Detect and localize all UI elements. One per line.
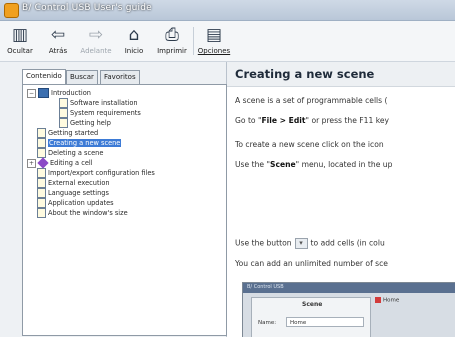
- paragraph-scene-menu: Use the "Scene" menu, located in the up: [235, 160, 392, 169]
- navigation-pane: Contenido Buscar Favoritos − Introduction…: [0, 62, 227, 337]
- scene-panel: Scene Name: Home: [251, 297, 371, 337]
- tree-item-software-installation[interactable]: Software installation: [59, 98, 138, 108]
- page-icon: [59, 108, 68, 118]
- forward-label: Adelante: [80, 47, 112, 55]
- hide-pane-icon: ▥: [11, 25, 29, 45]
- tree-item-introduction[interactable]: − Introduction: [27, 88, 91, 98]
- toolbar-separator: [193, 27, 194, 55]
- options-icon: ▤: [205, 25, 223, 45]
- toolbar: ▥ Ocultar ⇦ Atrás ⇨ Adelante ⌂ Inicio ⎙ …: [0, 21, 455, 62]
- screenshot-title: B/ Control USB: [247, 284, 284, 290]
- scene-panel-title: Scene: [302, 301, 323, 308]
- back-button[interactable]: ⇦ Atrás: [40, 23, 76, 59]
- tree-item-getting-started[interactable]: Getting started: [37, 128, 98, 138]
- window-title: B/ Control USB User's guide: [22, 3, 152, 13]
- scene-tab-icon: [375, 297, 381, 303]
- page-icon: [37, 208, 46, 218]
- paragraph-add-cells: Use the button ▾ to add cells (in colu: [235, 238, 385, 249]
- app-icon: [4, 3, 19, 18]
- tab-search[interactable]: Buscar: [66, 70, 98, 84]
- page-icon: [37, 148, 46, 158]
- page-icon: [59, 118, 68, 128]
- contents-tree: − Introduction Software installation Syst…: [22, 84, 227, 336]
- expand-icon[interactable]: +: [27, 158, 36, 168]
- page-icon: [37, 178, 46, 188]
- forward-arrow-icon: ⇨: [88, 25, 104, 45]
- add-cell-icon: ▾: [294, 238, 308, 249]
- tab-favorites[interactable]: Favoritos: [100, 70, 140, 84]
- home-label: Inicio: [124, 47, 144, 55]
- tree-item-system-requirements[interactable]: System requirements: [59, 108, 141, 118]
- diamond-icon: [37, 157, 49, 169]
- text: Use the ": [235, 160, 270, 169]
- hide-label: Ocultar: [7, 47, 33, 55]
- tree-item-editing-cell[interactable]: + Editing a cell: [27, 157, 93, 169]
- text: " menu, located in the up: [295, 160, 393, 169]
- screenshot-title-bar: B/ Control USB: [243, 283, 455, 293]
- forward-button[interactable]: ⇨ Adelante: [78, 23, 114, 59]
- tree-item-import-export[interactable]: Import/export configuration files: [37, 168, 155, 178]
- print-button[interactable]: ⎙ Imprimir: [154, 23, 190, 59]
- print-label: Imprimir: [157, 47, 187, 55]
- tree-item-deleting-scene[interactable]: Deleting a scene: [37, 148, 103, 158]
- paragraph-unlimited-scenes: You can add an unlimited number of sce: [235, 259, 388, 268]
- tree-item-language-settings[interactable]: Language settings: [37, 188, 109, 198]
- embedded-screenshot: B/ Control USB Scene Name: Home Home: [242, 282, 455, 337]
- back-arrow-icon: ⇦: [50, 25, 66, 45]
- paragraph-create-scene: To create a new scene click on the icon: [235, 140, 384, 149]
- home-button[interactable]: ⌂ Inicio: [116, 23, 152, 59]
- home-icon: ⌂: [128, 25, 140, 45]
- text: " or press the F11 key: [305, 116, 390, 125]
- hide-button[interactable]: ▥ Ocultar: [2, 23, 38, 59]
- tree-item-creating-new-scene[interactable]: Creating a new scene: [37, 138, 122, 148]
- name-label: Name:: [258, 320, 277, 326]
- page-icon: [37, 128, 46, 138]
- collapse-icon[interactable]: −: [27, 88, 36, 98]
- page-icon: [37, 188, 46, 198]
- title-bar: B/ Control USB User's guide: [0, 0, 455, 21]
- paragraph-scene-definition: A scene is a set of programmable cells (: [235, 96, 388, 105]
- scene-tab-label: Home: [383, 297, 400, 304]
- tree-item-external-execution[interactable]: External execution: [37, 178, 110, 188]
- page-icon: [37, 168, 46, 178]
- tree-item-getting-help[interactable]: Getting help: [59, 118, 111, 128]
- printer-icon: ⎙: [165, 25, 179, 45]
- page-icon: [37, 198, 46, 208]
- page-icon: [59, 98, 68, 108]
- book-icon: [38, 88, 49, 98]
- page-title: Creating a new scene: [235, 67, 375, 81]
- options-button[interactable]: ▤ Opciones: [196, 23, 232, 59]
- options-label: Opciones: [197, 47, 231, 55]
- topic-header: Creating a new scene: [227, 62, 455, 87]
- paragraph-go-to-file-edit: Go to "File > Edit" or press the F11 key: [235, 116, 389, 125]
- menu-name: Scene: [269, 160, 296, 169]
- content-pane: Creating a new scene A scene is a set of…: [227, 62, 455, 337]
- text: Use the button: [235, 238, 292, 248]
- page-icon: [37, 138, 46, 148]
- tree-item-window-size[interactable]: About the window's size: [37, 208, 128, 218]
- text: to add cells (in colu: [310, 238, 385, 248]
- tab-contents[interactable]: Contenido: [22, 69, 66, 85]
- name-value: Home: [286, 317, 364, 327]
- back-label: Atrás: [48, 47, 68, 55]
- menu-path: File > Edit: [261, 116, 306, 125]
- scene-tab: Home: [375, 297, 399, 304]
- tree-item-application-updates[interactable]: Application updates: [37, 198, 114, 208]
- text: Go to ": [235, 116, 262, 125]
